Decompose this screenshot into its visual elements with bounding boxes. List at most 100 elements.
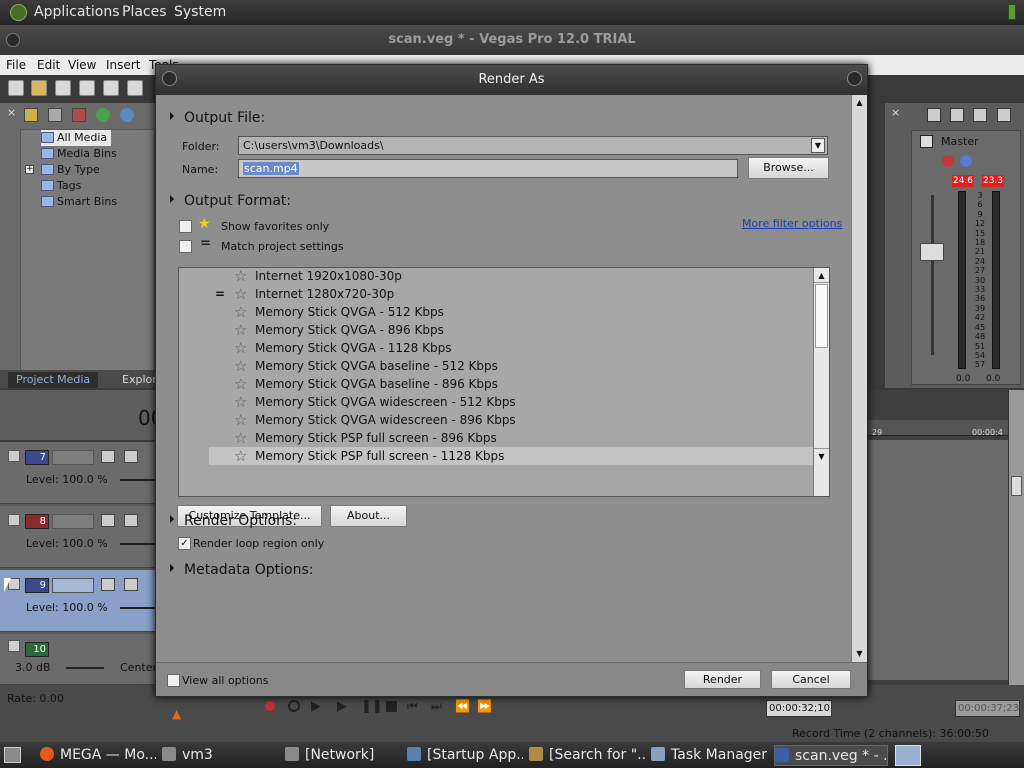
downmix-icon[interactable]: [950, 108, 964, 122]
tree-item-smart-bins[interactable]: Smart Bins: [41, 194, 117, 210]
track-fx-icon[interactable]: [124, 578, 138, 591]
favorite-star-icon[interactable]: ☆: [234, 429, 247, 447]
folder-combobox[interactable]: C:\users\vm3\Downloads\ ▼: [238, 136, 828, 155]
track-name-field[interactable]: [52, 514, 94, 529]
favorite-star-icon[interactable]: ☆: [234, 375, 247, 393]
view-all-checkbox[interactable]: [167, 674, 180, 687]
track-header[interactable]: 7 Level: 100.0 %: [0, 442, 160, 504]
scroll-thumb[interactable]: [815, 284, 828, 348]
window-menu-icon[interactable]: [6, 33, 20, 47]
cancel-button[interactable]: Cancel: [771, 670, 851, 689]
indicator-icon[interactable]: [1008, 4, 1016, 20]
dialog-titlebar[interactable]: Render As: [156, 65, 867, 95]
list-item[interactable]: ☆ Memory Stick QVGA widescreen - 512 Kbps: [209, 393, 813, 411]
track-minimize-icon[interactable]: [8, 640, 20, 652]
taskbar-item[interactable]: vm3: [162, 745, 277, 766]
audio-track-header[interactable]: 10 3.0 dB Center: [0, 634, 160, 685]
list-item[interactable]: ☆ Memory Stick QVGA - 1128 Kbps: [209, 339, 813, 357]
match-project-checkbox[interactable]: [179, 240, 192, 253]
list-scrollbar[interactable]: ▲ ▼: [813, 268, 829, 496]
window-menu-icon[interactable]: [162, 71, 177, 86]
show-desktop-icon[interactable]: [4, 747, 21, 763]
taskbar-item[interactable]: Task Manager: [651, 745, 767, 766]
capture-icon[interactable]: [48, 108, 62, 122]
master-fader[interactable]: [920, 243, 944, 261]
play-from-start-icon[interactable]: ▶: [311, 699, 321, 714]
next-frame-icon[interactable]: ⏩: [477, 699, 492, 713]
track-minimize-icon[interactable]: [8, 450, 20, 462]
favorite-star-icon[interactable]: ☆: [234, 285, 247, 303]
render-loop-checkbox[interactable]: ✓: [178, 537, 191, 550]
list-item[interactable]: ☆ Memory Stick QVGA - 512 Kbps: [209, 303, 813, 321]
list-item[interactable]: ☆ Memory Stick QVGA baseline - 512 Kbps: [209, 357, 813, 375]
list-item[interactable]: ☆ Memory Stick QVGA widescreen - 896 Kbps: [209, 411, 813, 429]
chevron-down-icon[interactable]: ▼: [811, 138, 825, 153]
timeline-vscroll[interactable]: [1008, 390, 1024, 695]
insert-bus-icon[interactable]: [927, 108, 941, 122]
track-motion-icon[interactable]: [101, 514, 115, 527]
output-file-header[interactable]: Output File:: [170, 110, 265, 126]
go-to-end-icon[interactable]: ⏭: [431, 699, 442, 714]
close-panel-icon[interactable]: ×: [7, 106, 16, 119]
places-menu[interactable]: Places: [122, 4, 167, 20]
master-bus-icon[interactable]: [920, 135, 933, 148]
tab-project-media[interactable]: Project Media: [8, 372, 99, 388]
scroll-up-icon[interactable]: ▲: [852, 95, 867, 110]
tree-item-all-media[interactable]: All Media: [41, 130, 112, 146]
format-list[interactable]: ☆ Internet 1920x1080-30p = ☆ Internet 1280x…: [178, 267, 830, 497]
fx-icon[interactable]: [942, 155, 954, 167]
list-item[interactable]: ☆ Memory Stick PSP full screen - 896 Kbps: [209, 429, 813, 447]
render-window-icon[interactable]: [895, 745, 921, 766]
favorite-star-icon[interactable]: ☆: [234, 321, 247, 339]
time-ruler[interactable]: 29 00:00:4: [868, 420, 1008, 437]
applications-menu[interactable]: Applications: [34, 4, 120, 20]
mute-icon[interactable]: [960, 155, 972, 167]
volume-slider[interactable]: [66, 667, 104, 669]
loop-icon[interactable]: [288, 700, 300, 712]
scroll-up-icon[interactable]: ▲: [814, 268, 829, 283]
menu-view[interactable]: View: [68, 58, 96, 72]
output-format-header[interactable]: Output Format:: [170, 193, 291, 209]
scroll-down-icon[interactable]: ▼: [852, 646, 867, 661]
play-icon[interactable]: ▶: [337, 699, 347, 714]
favorite-star-icon[interactable]: ☆: [234, 357, 247, 375]
close-icon[interactable]: [847, 71, 862, 86]
browse-button[interactable]: Browse...: [748, 157, 829, 179]
tree-item-tags[interactable]: Tags: [41, 178, 81, 194]
taskbar-item[interactable]: [Startup App...: [407, 745, 523, 766]
level-slider[interactable]: [120, 479, 156, 481]
track-name-field[interactable]: [52, 578, 94, 593]
menu-edit[interactable]: Edit: [37, 58, 60, 72]
show-favorites-checkbox[interactable]: [179, 220, 192, 233]
render-icon[interactable]: [103, 80, 119, 96]
search-icon[interactable]: [120, 108, 134, 122]
scroll-down-icon[interactable]: ▼: [814, 448, 829, 463]
timeline-tracks[interactable]: [868, 440, 1008, 680]
get-media-icon[interactable]: [72, 108, 86, 122]
render-button[interactable]: Render: [684, 670, 761, 689]
track-fx-icon[interactable]: [124, 514, 138, 527]
track-name-field[interactable]: [52, 450, 94, 465]
name-input[interactable]: scan.mp4: [238, 159, 738, 178]
list-item[interactable]: = ☆ Internet 1280x720-30p: [209, 285, 813, 303]
new-icon[interactable]: [8, 80, 24, 96]
dialog-scrollbar[interactable]: ▲ ▼: [851, 95, 867, 662]
stop-icon[interactable]: [386, 701, 397, 712]
track-motion-icon[interactable]: [101, 578, 115, 591]
open-icon[interactable]: [31, 80, 47, 96]
track-header[interactable]: 8 Level: 100.0 %: [0, 506, 160, 568]
import-media-icon[interactable]: [24, 108, 38, 122]
favorite-star-icon[interactable]: ☆: [234, 268, 247, 285]
more-filter-link[interactable]: More filter options: [742, 217, 842, 230]
taskbar-item[interactable]: [Search for "...: [529, 745, 645, 766]
save-icon[interactable]: [55, 80, 71, 96]
close-panel-icon[interactable]: ×: [891, 106, 900, 119]
mixer-options-icon[interactable]: [997, 108, 1011, 122]
track-fx-icon[interactable]: [124, 450, 138, 463]
track-header-selected[interactable]: 9 Level: 100.0 %: [0, 570, 160, 632]
list-item[interactable]: ☆ Memory Stick QVGA - 896 Kbps: [209, 321, 813, 339]
gnome-logo-icon[interactable]: [10, 4, 27, 21]
list-item[interactable]: ☆ Memory Stick QVGA baseline - 896 Kbps: [209, 375, 813, 393]
about-button[interactable]: About...: [330, 505, 407, 527]
record-icon[interactable]: [265, 701, 275, 711]
